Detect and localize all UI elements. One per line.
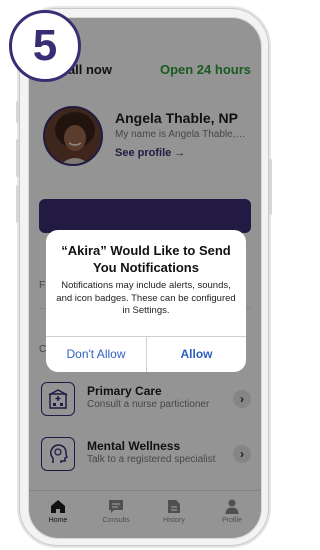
step-number: 5 [32,21,58,70]
volume-up-button [16,139,19,177]
alert-title: “Akira” Would Like to Send You Notificat… [61,243,231,275]
volume-down-button [16,185,19,223]
side-button [269,159,272,215]
step-number-badge: 5 [9,10,81,82]
screenshot-frame: 5 On call now Open 24 hours Angela Thabl… [0,0,273,550]
alert-message: Notifications may include alerts, sounds… [56,280,236,316]
notification-permission-alert: “Akira” Would Like to Send You Notificat… [46,230,246,372]
phone-device: On call now Open 24 hours Angela Thable,… [16,8,272,546]
allow-button[interactable]: Allow [147,336,246,372]
dont-allow-button[interactable]: Don't Allow [46,336,146,372]
mute-switch [16,101,19,123]
app-content: On call now Open 24 hours Angela Thable,… [29,18,261,538]
phone-screen: On call now Open 24 hours Angela Thable,… [28,17,262,539]
